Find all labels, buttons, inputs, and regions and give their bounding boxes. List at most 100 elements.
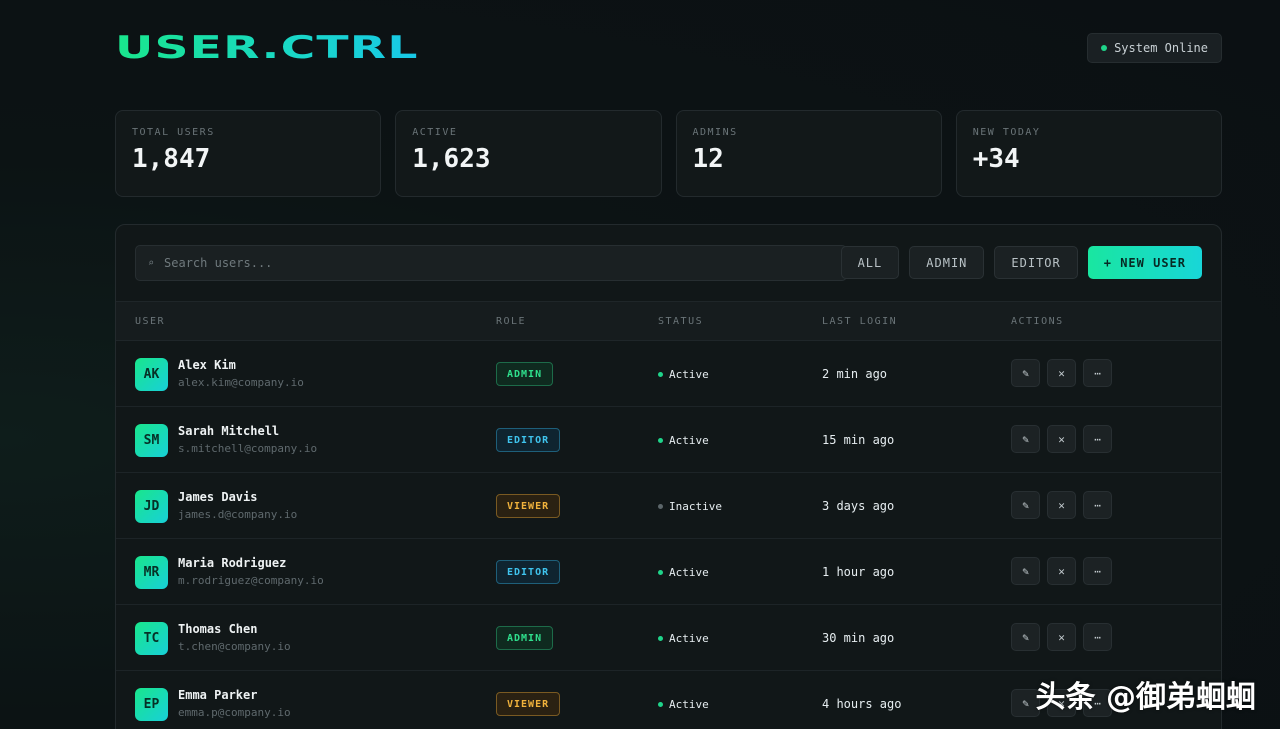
user-email: m.rodriguez@company.io [178,574,324,587]
status-indicator: Active [658,368,709,381]
filter-admin-button[interactable]: ADMIN [909,246,985,279]
delete-icon[interactable]: ✕ [1047,557,1076,585]
table-row[interactable]: AK Alex Kim alex.kim@company.io ADMIN Active… [116,341,1221,407]
edit-icon[interactable]: ✎ [1011,491,1040,519]
new-user-button[interactable]: + NEW USER [1087,246,1202,279]
status-indicator: Active [658,566,709,579]
status-label: Active [669,368,709,381]
stat-value: 1,623 [412,144,491,174]
last-login: 30 min ago [822,631,895,645]
stat-card-total-users: TOTAL USERS 1,847 [115,110,382,197]
stat-label: ADMINS [692,127,738,138]
edit-icon[interactable]: ✎ [1011,359,1040,387]
user-email: s.mitchell@company.io [178,442,318,455]
status-indicator: Inactive [658,500,722,513]
delete-icon[interactable]: ✕ [1047,425,1076,453]
status-indicator: Active [658,698,709,711]
status-dot-icon [658,702,663,707]
row-actions: ✎ ✕ ⋯ [1011,623,1112,651]
delete-icon[interactable]: ✕ [1047,491,1076,519]
status-dot-icon [658,372,663,377]
status-label: Inactive [669,500,722,513]
row-actions: ✎ ✕ ⋯ [1011,359,1112,387]
stats-row: TOTAL USERS 1,847 ACTIVE 1,623 ADMINS 12… [115,110,1222,197]
watermark-text: 头条 @御弟蛔蛔 [1035,680,1256,715]
user-email: emma.p@company.io [178,706,291,719]
table-row[interactable]: MR Maria Rodriguez m.rodriguez@company.io E… [116,539,1221,605]
user-email: alex.kim@company.io [178,376,304,389]
status-dot-icon [1101,45,1108,51]
status-dot-icon [658,570,663,575]
filter-all-button[interactable]: ALL [840,246,900,279]
last-login: 15 min ago [822,433,895,447]
filter-editor-button[interactable]: EDITOR [994,246,1078,279]
user-name: Thomas Chen [178,622,258,636]
more-icon[interactable]: ⋯ [1083,557,1112,585]
table-row[interactable]: SM Sarah Mitchell s.mitchell@company.io EDI… [116,407,1221,473]
filter-group: ALL ADMIN EDITOR + NEW USER [840,246,1202,279]
status-label: Active [669,434,709,447]
more-icon[interactable]: ⋯ [1083,623,1112,651]
avatar: JD [135,490,168,523]
role-badge: VIEWER [496,494,561,518]
edit-icon[interactable]: ✎ [1011,425,1040,453]
toolbar: ⌕ ALL ADMIN EDITOR + NEW USER [116,225,1221,301]
column-header-role[interactable]: ROLE [496,316,526,327]
avatar: MR [135,556,168,589]
column-header-actions: ACTIONS [1011,316,1064,327]
avatar: EP [135,688,168,721]
stat-value: +34 [972,144,1020,174]
stat-card-active: ACTIVE 1,623 [395,110,662,197]
row-actions: ✎ ✕ ⋯ [1011,491,1112,519]
table-body: AK Alex Kim alex.kim@company.io ADMIN Active… [116,341,1221,729]
edit-icon[interactable]: ✎ [1011,623,1040,651]
last-login: 4 hours ago [822,697,902,711]
user-name: Emma Parker [178,688,258,702]
edit-icon[interactable]: ✎ [1011,557,1040,585]
table-row[interactable]: JD James Davis james.d@company.io VIEWER Ina… [116,473,1221,539]
app-logo: USER.CTRL [115,30,419,66]
user-email: t.chen@company.io [178,640,291,653]
role-badge: EDITOR [496,428,561,452]
more-icon[interactable]: ⋯ [1083,425,1112,453]
table-row[interactable]: TC Thomas Chen t.chen@company.io ADMIN Activ… [116,605,1221,671]
delete-icon[interactable]: ✕ [1047,623,1076,651]
delete-icon[interactable]: ✕ [1047,359,1076,387]
stat-label: NEW TODAY [972,127,1041,138]
status-indicator: Active [658,632,709,645]
stat-card-admins: ADMINS 12 [675,110,942,197]
column-header-status[interactable]: STATUS [658,316,703,327]
row-actions: ✎ ✕ ⋯ [1011,425,1112,453]
column-header-last-login[interactable]: LAST LOGIN [822,316,897,327]
system-status-label: System Online [1114,41,1208,55]
table-header: USER ROLE STATUS LAST LOGIN ACTIONS [116,301,1221,341]
more-icon[interactable]: ⋯ [1083,491,1112,519]
user-name: James Davis [178,490,258,504]
user-email: james.d@company.io [178,508,298,521]
user-name: Sarah Mitchell [178,424,280,438]
stat-value: 12 [692,144,724,174]
stat-value: 1,847 [132,144,211,174]
status-dot-icon [658,636,663,641]
header: USER.CTRL System Online [115,28,1222,68]
stat-label: ACTIVE [412,127,458,138]
row-actions: ✎ ✕ ⋯ [1011,557,1112,585]
status-dot-icon [658,504,663,509]
user-name: Alex Kim [178,358,236,372]
status-label: Active [669,566,709,579]
stat-label: TOTAL USERS [132,127,215,138]
role-badge: VIEWER [496,692,561,716]
avatar: AK [135,358,168,391]
column-header-user[interactable]: USER [135,316,165,327]
system-status-badge: System Online [1087,33,1222,63]
status-dot-icon [658,438,663,443]
user-name: Maria Rodriguez [178,556,287,570]
search-input[interactable] [164,256,805,270]
stat-card-new-today: NEW TODAY +34 [955,110,1222,197]
more-icon[interactable]: ⋯ [1083,359,1112,387]
search-box[interactable]: ⌕ [135,245,847,281]
avatar: TC [135,622,168,655]
search-icon: ⌕ [148,257,155,269]
avatar: SM [135,424,168,457]
users-panel: ⌕ ALL ADMIN EDITOR + NEW USER USER ROLE … [115,224,1222,729]
